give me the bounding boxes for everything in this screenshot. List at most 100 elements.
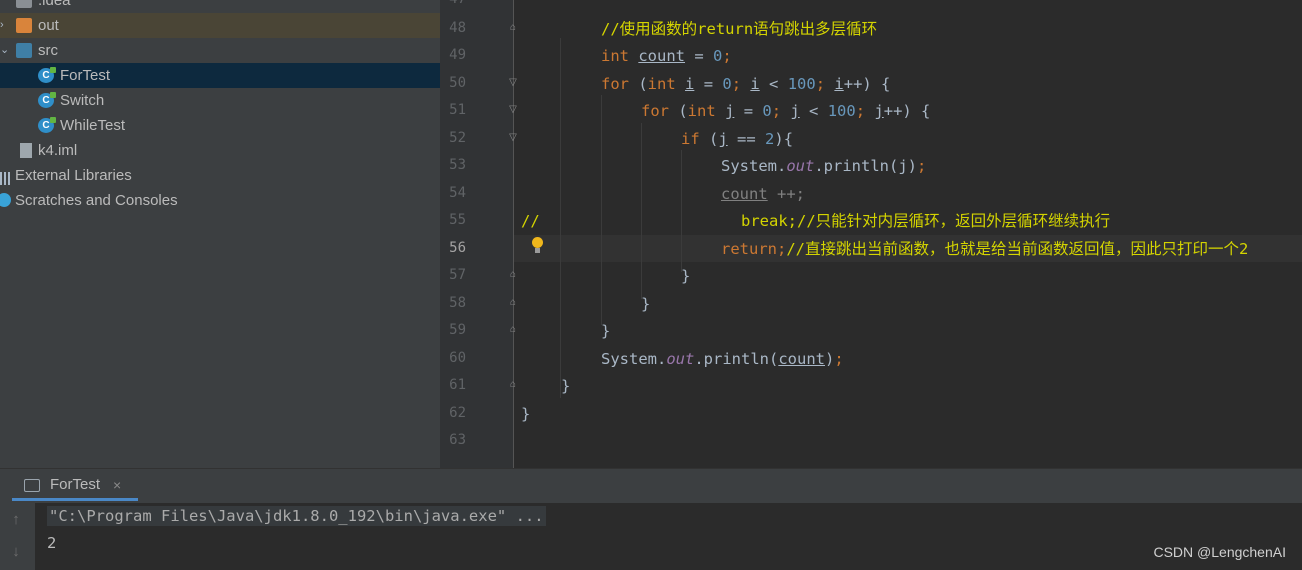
chevron-down-icon[interactable]: ⌄ xyxy=(0,38,10,63)
fold-marker-icon[interactable]: ⌂ xyxy=(508,22,518,34)
semicolon: ; xyxy=(815,75,835,93)
java-class-icon: C xyxy=(38,92,56,108)
chevron-right-icon[interactable]: › xyxy=(0,13,10,38)
fold-marker-icon[interactable]: ▽ xyxy=(508,104,518,116)
tree-item-k4-iml[interactable]: k4.iml xyxy=(0,138,440,163)
code-line-52: if (j == 2){ xyxy=(681,126,793,153)
fold-marker-icon[interactable]: ▽ xyxy=(508,132,518,144)
tree-item-label: .idea xyxy=(38,0,71,9)
identifier: j xyxy=(718,130,728,148)
indent-guide xyxy=(560,38,561,398)
java-class-icon: C xyxy=(38,117,56,133)
java-class-icon: C xyxy=(38,67,56,83)
line-number: 59 xyxy=(449,322,466,338)
tree-item-src[interactable]: ⌄ src xyxy=(0,38,440,63)
punct: ++) { xyxy=(883,102,931,120)
tree-item-label: ForTest xyxy=(60,67,111,84)
line-number: 62 xyxy=(449,405,466,421)
identifier: System. xyxy=(601,350,667,368)
tree-item-whiletest[interactable]: C WhileTest xyxy=(0,113,440,138)
punct: ++) { xyxy=(843,75,891,93)
folder-icon xyxy=(16,0,32,8)
run-toolbar: ↑ ↓ xyxy=(0,503,35,570)
run-tab-label: ForTest xyxy=(50,476,101,493)
comment-marker: // xyxy=(521,212,540,230)
code-line-51: for (int j = 0; j < 100; j++) { xyxy=(641,98,930,125)
run-tab-bar: ForTest × xyxy=(0,468,1302,503)
operator: < xyxy=(799,102,828,120)
console-command[interactable]: "C:\Program Files\Java\jdk1.8.0_192\bin\… xyxy=(47,506,546,526)
brace: } xyxy=(521,405,531,423)
tree-item-switch[interactable]: C Switch xyxy=(0,88,440,113)
tree-item-out[interactable]: › out xyxy=(0,13,440,38)
punct: ( xyxy=(669,102,688,120)
punct: ) xyxy=(825,350,835,368)
punct: ( xyxy=(629,75,648,93)
console-output[interactable]: "C:\Program Files\Java\jdk1.8.0_192\bin\… xyxy=(35,503,1302,570)
identifier: j xyxy=(725,102,735,120)
line-number: 55 xyxy=(449,212,466,228)
brace: } xyxy=(601,322,611,340)
arrow-up-icon[interactable]: ↑ xyxy=(9,511,23,528)
number: 100 xyxy=(787,75,816,93)
tree-item-label: External Libraries xyxy=(15,167,132,184)
tree-item-label: src xyxy=(38,42,58,59)
fold-marker-icon[interactable]: ▽ xyxy=(508,77,518,89)
semicolon: ; xyxy=(771,102,791,120)
code-line-62: } xyxy=(521,401,530,428)
static-field: out xyxy=(786,157,815,175)
folder-icon xyxy=(16,18,32,33)
gutter xyxy=(440,0,514,468)
close-icon[interactable]: × xyxy=(113,477,121,493)
operator: < xyxy=(759,75,788,93)
keyword: return; xyxy=(721,240,787,258)
tree-item-label: WhileTest xyxy=(60,117,126,134)
line-number: 60 xyxy=(449,350,466,366)
code-line-50: for (int i = 0; i < 100; i++) { xyxy=(601,71,890,98)
line-number: 57 xyxy=(449,267,466,283)
fold-marker-icon[interactable]: ⌂ xyxy=(508,379,518,391)
keyword: for xyxy=(641,102,669,120)
line-number: 47 xyxy=(440,0,466,7)
identifier: System. xyxy=(721,157,787,175)
fold-marker-icon[interactable]: ⌂ xyxy=(508,324,518,336)
keyword: int xyxy=(687,102,716,120)
line-number: 52 xyxy=(449,130,466,146)
tree-item-idea[interactable]: .idea xyxy=(0,0,440,13)
number: 0 xyxy=(762,102,772,120)
fold-marker-icon[interactable]: ⌂ xyxy=(508,297,518,309)
lightbulb-icon[interactable] xyxy=(531,237,543,255)
tree-item-fortest[interactable]: C ForTest xyxy=(0,63,440,88)
tree-item-scratches[interactable]: Scratches and Consoles xyxy=(0,188,440,213)
code-line-48: //使用函数的return语句跳出多层循环 xyxy=(601,16,877,43)
fold-marker-icon[interactable]: ⌂ xyxy=(508,269,518,281)
identifier: count xyxy=(638,47,686,65)
keyword: int xyxy=(647,75,676,93)
code-line-58: } xyxy=(641,291,650,318)
line-number: 51 xyxy=(449,102,466,118)
arrow-down-icon[interactable]: ↓ xyxy=(9,543,23,560)
semicolon: ; xyxy=(731,75,751,93)
code-editor[interactable]: 47 48 49 50 51 52 53 54 55 56 57 58 59 6… xyxy=(440,0,1302,468)
run-tab-fortest[interactable]: ForTest × xyxy=(12,471,138,501)
operator: = xyxy=(694,75,723,93)
line-number: 48 xyxy=(449,20,466,36)
line-number: 49 xyxy=(449,47,466,63)
identifier: j xyxy=(790,102,800,120)
semicolon: ; xyxy=(722,47,732,65)
code-line-59: } xyxy=(601,318,610,345)
gutter-divider xyxy=(513,0,514,468)
line-number: 61 xyxy=(449,377,466,393)
identifier: count xyxy=(721,185,768,203)
run-panel: ForTest × ↑ ↓ "C:\Program Files\Java\jdk… xyxy=(0,468,1302,570)
tree-item-external-libraries[interactable]: External Libraries xyxy=(0,163,440,188)
comment: //使用函数的return语句跳出多层循环 xyxy=(601,20,878,38)
tree-item-label: out xyxy=(38,17,59,34)
indent-guide xyxy=(641,123,642,299)
code-line-61: } xyxy=(561,373,570,400)
semicolon: ; xyxy=(916,157,927,175)
number: 100 xyxy=(827,102,856,120)
brace: } xyxy=(681,267,691,285)
method-call: .println(j) xyxy=(814,157,917,175)
line-number: 58 xyxy=(449,295,466,311)
